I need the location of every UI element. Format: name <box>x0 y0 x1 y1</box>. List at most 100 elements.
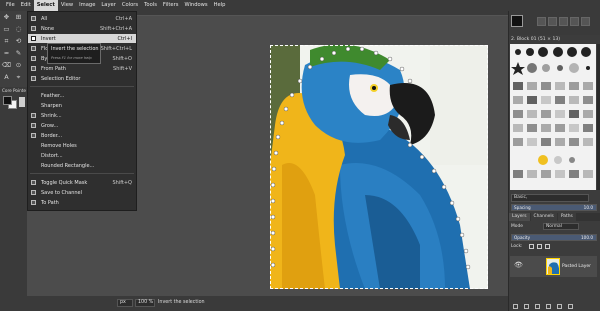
fonts-tab-icon[interactable] <box>559 17 568 26</box>
lock-position-icon[interactable] <box>537 244 542 249</box>
eye-icon[interactable]: 👁 <box>514 262 523 269</box>
opacity-label: Opacity <box>514 235 531 240</box>
menu-item-remove-holes[interactable]: Remove Holes <box>28 141 136 150</box>
zoom-selector[interactable]: 100 % <box>135 299 155 307</box>
invert-icon <box>31 36 36 41</box>
opacity-value: 100.0 <box>581 235 593 240</box>
tool-options-tab[interactable]: Core Pointe <box>2 88 26 93</box>
free-select-tool-icon[interactable]: ◌ <box>14 25 23 34</box>
brushes-tab-icon[interactable] <box>537 17 546 26</box>
paint-tool-icon[interactable]: ✎ <box>14 49 23 58</box>
status-message: Invert the selection <box>158 300 205 305</box>
menu-item-sharpen[interactable]: Sharpen <box>28 101 136 110</box>
menu-item-grow[interactable]: Grow... <box>28 121 136 130</box>
brush-name: 2. Block 01 (51 × 13) <box>511 37 561 42</box>
dock-foreground-swatch[interactable] <box>511 15 523 27</box>
mode-row: Mode Normal <box>511 223 599 230</box>
menu-view[interactable]: View <box>58 0 76 11</box>
menu-item-selection-editor[interactable]: Selection Editor <box>28 74 136 83</box>
by-color-icon <box>31 56 36 61</box>
menu-windows[interactable]: Windows <box>181 0 210 11</box>
tab-layers[interactable]: Layers <box>509 213 530 221</box>
history-tab-icon[interactable] <box>570 17 579 26</box>
menu-separator <box>30 86 134 87</box>
menu-select[interactable]: Select <box>33 0 58 11</box>
save-channel-icon <box>31 190 36 195</box>
menu-item-distort[interactable]: Distort... <box>28 151 136 160</box>
selection-editor-icon <box>31 76 36 81</box>
warp-tool-icon[interactable]: ≈ <box>2 49 11 58</box>
layer-row[interactable]: 👁 Pasted Layer <box>510 256 597 277</box>
menu-item-invert[interactable]: Invert Ctrl+I <box>28 34 136 43</box>
lock-pixels-icon[interactable] <box>529 244 534 249</box>
menu-tools[interactable]: Tools <box>141 0 160 11</box>
layers-actions <box>509 301 600 311</box>
move-tool-icon[interactable]: ✥ <box>2 13 11 22</box>
dock-header <box>509 11 600 35</box>
mode-dropdown[interactable]: Normal <box>543 223 579 230</box>
menu-help[interactable]: Help <box>211 0 229 11</box>
tab-paths[interactable]: Paths <box>557 213 576 221</box>
reset-colors-icon[interactable] <box>19 97 25 107</box>
rect-select-tool-icon[interactable]: ▭ <box>2 25 11 34</box>
border-icon <box>31 133 36 138</box>
unit-selector[interactable]: px <box>117 299 133 307</box>
dock-tab-icons <box>537 17 590 26</box>
menu-item-feather[interactable]: Feather... <box>28 91 136 100</box>
menu-item-toggle-quick-mask[interactable]: Toggle Quick Mask Shift+Q <box>28 178 136 187</box>
picker-tool-icon[interactable]: ⌖ <box>14 73 23 82</box>
menu-image[interactable]: Image <box>76 0 98 11</box>
eraser-tool-icon[interactable]: ⌫ <box>2 61 11 70</box>
menu-layer[interactable]: Layer <box>98 0 118 11</box>
brushes-grid[interactable] <box>510 44 596 190</box>
macaw-image[interactable] <box>270 45 488 289</box>
transform-tool-icon[interactable]: ⟲ <box>14 37 23 46</box>
tab-channels[interactable]: Channels <box>530 213 557 221</box>
menu-colors[interactable]: Colors <box>119 0 141 11</box>
menu-item-border[interactable]: Border... <box>28 131 136 140</box>
new-layer-icon[interactable] <box>513 303 518 309</box>
spacing-slider[interactable]: Spacing 10.0 <box>511 204 597 211</box>
menu-item-none[interactable]: None Shift+Ctrl+A <box>28 24 136 33</box>
menu-item-save-to-channel[interactable]: Save to Channel <box>28 188 136 197</box>
delete-layer-icon[interactable] <box>568 303 573 309</box>
gimp-window: File Edit Select View Image Layer Colors… <box>0 0 600 311</box>
opacity-slider[interactable]: Opacity 100.0 <box>511 234 597 241</box>
crop-tool-icon[interactable]: ⌗ <box>2 37 11 46</box>
lower-layer-icon[interactable] <box>535 303 540 309</box>
patterns-tab-icon[interactable] <box>548 17 557 26</box>
right-dock: 2. Block 01 (51 × 13) Basic, Spacing 10.… <box>508 11 600 311</box>
layer-name[interactable]: Pasted Layer <box>562 264 591 269</box>
spacing-value: 10.0 <box>583 205 593 210</box>
align-tool-icon[interactable]: ⊞ <box>14 13 23 22</box>
menu-item-to-path[interactable]: To Path <box>28 198 136 207</box>
mode-label: Mode <box>511 224 523 229</box>
menu-edit[interactable]: Edit <box>18 0 34 11</box>
duplicate-layer-icon[interactable] <box>546 303 551 309</box>
select-menu: All Ctrl+A None Shift+Ctrl+A Invert Ctrl+I … <box>27 11 137 211</box>
foreground-color-swatch[interactable] <box>3 96 12 105</box>
images-tab-icon[interactable] <box>581 17 590 26</box>
raise-layer-icon[interactable] <box>524 303 529 309</box>
toolbox: ✥ ⊞ ▭ ◌ ⌗ ⟲ ≈ ✎ ⌫ ⊙ A ⌖ <box>0 11 27 87</box>
menu-separator <box>30 173 134 174</box>
menu-file[interactable]: File <box>3 0 18 11</box>
float-icon <box>31 46 36 51</box>
anchor-layer-icon[interactable] <box>557 303 562 309</box>
menu-item-all[interactable]: All Ctrl+A <box>28 14 136 23</box>
text-tool-icon[interactable]: A <box>2 73 11 82</box>
tooltip-hint: Press F1 for more help <box>51 56 92 60</box>
shrink-icon <box>31 113 36 118</box>
menu-filters[interactable]: Filters <box>160 0 182 11</box>
menu-item-from-path[interactable]: From Path Shift+V <box>28 64 136 73</box>
spacing-label: Spacing <box>514 205 531 210</box>
lock-alpha-icon[interactable] <box>545 244 550 249</box>
brush-preset-field[interactable]: Basic, <box>511 194 589 202</box>
clone-tool-icon[interactable]: ⊙ <box>14 61 23 70</box>
tooltip-title: Invert the selection <box>51 46 99 52</box>
menu-item-shrink[interactable]: Shrink... <box>28 111 136 120</box>
menu-item-rounded-rectangle[interactable]: Rounded Rectangle... <box>28 161 136 170</box>
quick-mask-icon <box>31 180 36 185</box>
menubar: File Edit Select View Image Layer Colors… <box>0 0 600 11</box>
select-all-icon <box>31 16 36 21</box>
